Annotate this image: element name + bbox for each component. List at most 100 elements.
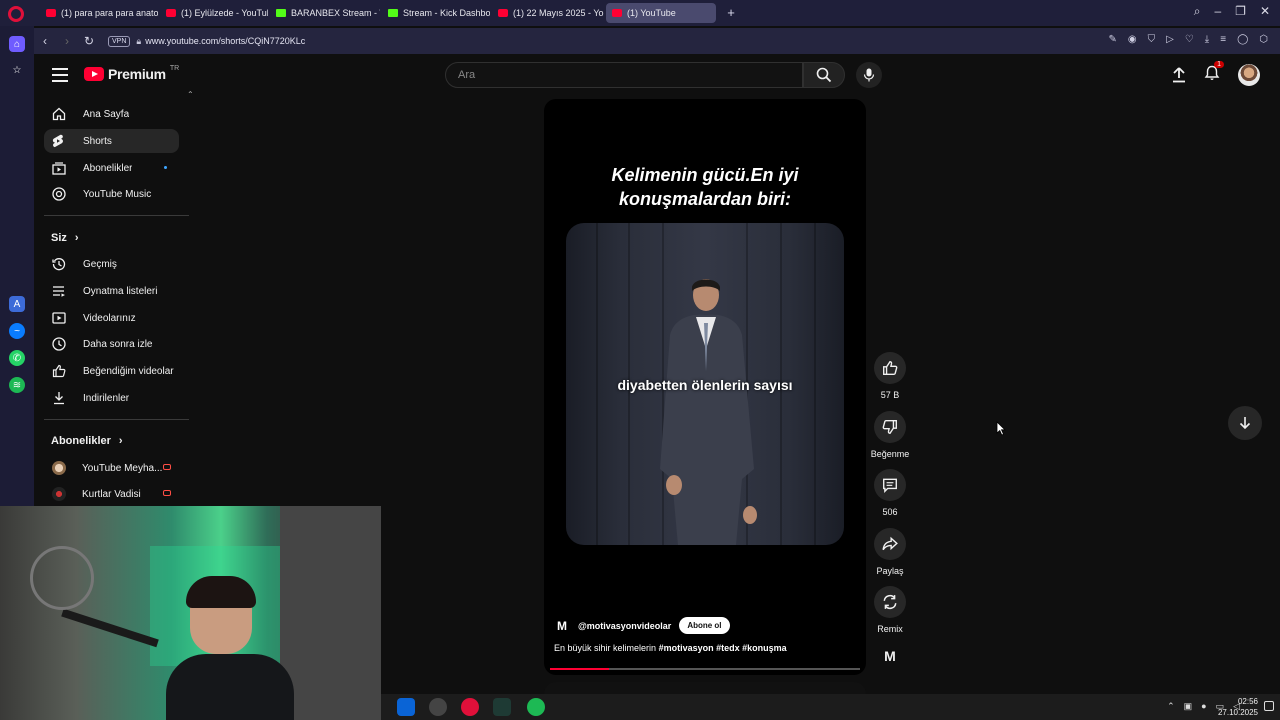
thumbs-up-icon: [883, 361, 898, 375]
next-video-button[interactable]: [1228, 406, 1262, 440]
maximize-button[interactable]: ❐: [1235, 4, 1246, 19]
menu-icon[interactable]: ≡: [1220, 34, 1226, 45]
short-player[interactable]: Kelimenin gücü.En iyi konuşmalardan biri…: [544, 99, 866, 675]
aria-icon[interactable]: A: [9, 296, 25, 312]
camera-icon[interactable]: ◉: [1128, 34, 1137, 45]
notification-center-icon[interactable]: [1264, 701, 1274, 711]
logo-country-code: TR: [169, 64, 180, 72]
channel-logo-icon[interactable]: M: [554, 618, 570, 634]
star-icon[interactable]: ☆: [9, 62, 25, 78]
profile-icon[interactable]: ◯: [1237, 34, 1248, 45]
edit-icon[interactable]: ✎: [1109, 34, 1117, 45]
description-text: En büyük sihir kelimelerin: [554, 643, 657, 653]
tab-title: (1) para para para anatolia: [61, 8, 158, 18]
like-button[interactable]: 57 B: [872, 352, 908, 400]
url-field[interactable]: www.youtube.com/shorts/CQiN7720KLc: [145, 36, 305, 46]
audio-channel-button[interactable]: M: [872, 648, 908, 664]
your-videos-icon: [44, 311, 74, 325]
sidebar-item-youtube-music[interactable]: YouTube Music: [44, 182, 179, 206]
streamer-figure: [160, 576, 300, 720]
play-icon[interactable]: ▷: [1166, 34, 1174, 45]
sidebar-item-channel[interactable]: YouTube Meyha...: [44, 456, 179, 480]
shield-icon[interactable]: ⛉: [1148, 34, 1156, 45]
browser-tab[interactable]: (1) 22 Mayıs 2025 - YouTube: [492, 3, 604, 23]
minimize-button[interactable]: –: [1214, 4, 1221, 19]
mic-tray-icon[interactable]: ●: [1201, 701, 1206, 712]
sidebar-item-playlists[interactable]: Oynatma listeleri: [44, 279, 179, 303]
sidebar-item-label: YouTube Meyha...: [82, 462, 163, 474]
upload-icon[interactable]: [1172, 67, 1186, 83]
outlook-icon[interactable]: [397, 698, 415, 716]
notifications-button[interactable]: 1: [1204, 60, 1224, 86]
channel-handle[interactable]: @motivasyonvideolar: [578, 621, 671, 631]
section-you[interactable]: Siz ›: [51, 232, 79, 244]
comments-button[interactable]: 506: [872, 469, 908, 517]
sidebar-item-label: Daha sonra izle: [83, 338, 153, 350]
share-icon: [882, 536, 898, 551]
sidebar-item-history[interactable]: Geçmiş: [44, 252, 179, 276]
sidebar-item-channel[interactable]: Kurtlar Vadisi: [44, 482, 179, 506]
close-button[interactable]: ✕: [1260, 4, 1270, 19]
sidebar-item-your-videos[interactable]: Videolarınız: [44, 306, 179, 330]
short-description[interactable]: En büyük sihir kelimelerin #motivasyon #…: [554, 643, 787, 653]
subscribe-button[interactable]: Abone ol: [679, 617, 730, 634]
browser-tab[interactable]: (1) YouTube: [606, 3, 716, 23]
spotify-icon[interactable]: [527, 698, 545, 716]
remix-button[interactable]: Remix: [872, 586, 908, 634]
heart-icon[interactable]: ♡: [1185, 34, 1194, 45]
spotify-icon[interactable]: ≋: [9, 377, 25, 393]
messenger-icon[interactable]: ~: [9, 323, 25, 339]
download-icon[interactable]: ⤓: [1205, 34, 1209, 45]
lock-icon[interactable]: 🔒︎: [136, 36, 141, 47]
youtube-logo[interactable]: Premium TR: [84, 64, 180, 82]
guide-menu-button[interactable]: [52, 68, 68, 82]
avatar[interactable]: [1238, 64, 1260, 86]
browser-tab[interactable]: (1) Eylülzede - YouTube: [160, 3, 268, 23]
obs-icon[interactable]: [429, 698, 447, 716]
vpn-badge[interactable]: VPN: [108, 35, 131, 47]
extensions-icon[interactable]: ⬡: [1259, 34, 1268, 45]
sidebar-item-subscriptions[interactable]: Abonelikler: [44, 156, 179, 180]
voice-search-button[interactable]: [856, 62, 882, 88]
section-title: Siz: [51, 232, 67, 244]
chevron-up-icon[interactable]: ⌃: [1167, 701, 1175, 712]
browser-tab[interactable]: Stream - Kick Dashboard: [382, 3, 490, 23]
progress-bar[interactable]: [550, 668, 860, 670]
opera-logo-icon[interactable]: [8, 6, 24, 22]
search-tabs-icon[interactable]: ⌕: [1194, 4, 1201, 19]
new-tab-button[interactable]: +: [722, 3, 740, 21]
forward-button[interactable]: ›: [56, 34, 78, 48]
sidebar-item-downloads[interactable]: İndirilenler: [44, 386, 179, 410]
app-icon[interactable]: [493, 698, 511, 716]
section-subscriptions[interactable]: Abonelikler ›: [51, 435, 123, 447]
live-icon: [163, 490, 171, 496]
browser-tab[interactable]: (1) para para para anatolia: [40, 3, 158, 23]
youtube-favicon-icon: [46, 9, 56, 17]
device-icon[interactable]: ▣: [1184, 701, 1193, 712]
youtube-play-icon: [84, 67, 104, 81]
dislike-button[interactable]: Beğenme: [871, 411, 909, 459]
description-hashtags[interactable]: #motivasyon #tedx #konuşma: [659, 643, 787, 653]
tab-strip: (1) para para para anatolia (1) Eylülzede…: [40, 3, 740, 23]
whatsapp-icon[interactable]: ✆: [9, 350, 25, 366]
sidebar-item-shorts[interactable]: Shorts: [44, 129, 179, 153]
home-workspace-icon[interactable]: ⌂: [9, 36, 25, 52]
browser-tab[interactable]: BARANBEX Stream - Watch: [270, 3, 380, 23]
back-button[interactable]: ‹: [34, 34, 56, 48]
opera-icon[interactable]: [461, 698, 479, 716]
caret-up-icon[interactable]: ⌃: [187, 90, 194, 99]
sidebar-item-home[interactable]: Ana Sayfa: [44, 102, 179, 126]
clock[interactable]: 02:56 27.10.2025: [1218, 696, 1258, 718]
sidebar-item-watch-later[interactable]: Daha sonra izle: [44, 332, 179, 356]
tab-title: (1) YouTube: [627, 8, 676, 18]
logo-wordmark: Premium: [108, 66, 166, 82]
clock-time: 02:56: [1237, 697, 1258, 706]
reload-button[interactable]: ↻: [78, 34, 100, 48]
search-input[interactable]: Ara: [445, 62, 803, 88]
search-button[interactable]: [803, 62, 845, 88]
sidebar-item-liked-videos[interactable]: Beğendiğim videolar: [44, 359, 179, 383]
microphone-arm: [61, 608, 159, 648]
playlists-icon: [44, 284, 74, 298]
live-icon: [163, 464, 171, 470]
share-button[interactable]: Paylaş: [872, 528, 908, 576]
